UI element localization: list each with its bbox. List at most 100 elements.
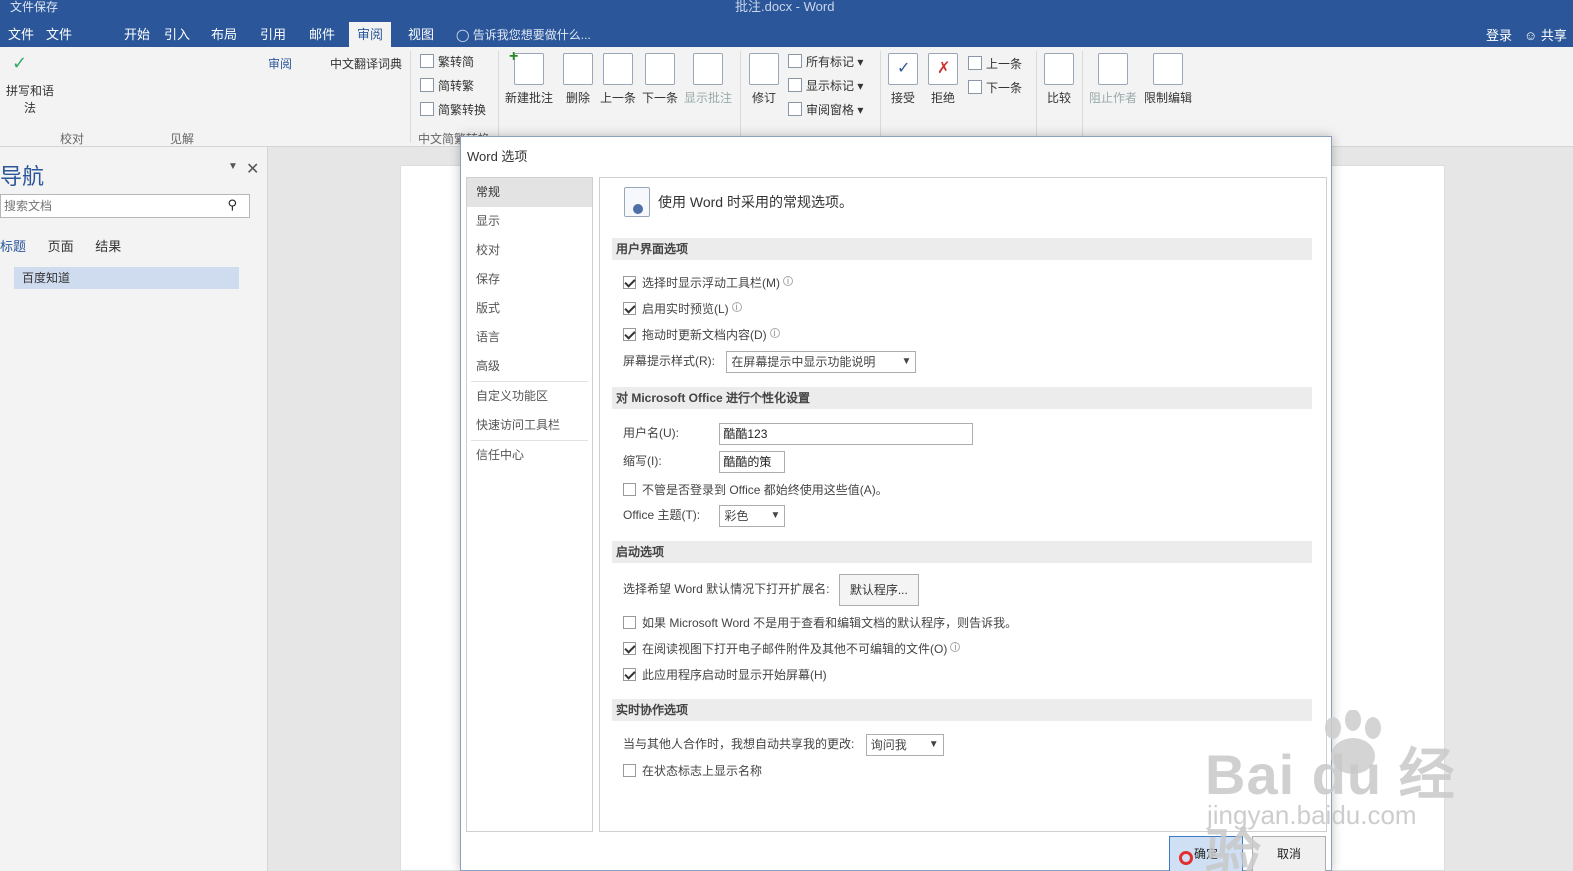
convert-icon [420,54,434,68]
spelling-grammar-button[interactable]: ✓ 拼写和语法 [2,53,58,116]
username-label: 用户名(U): [623,426,679,441]
update-drag-checkbox[interactable] [623,328,636,341]
info-icon: i [731,302,742,312]
tell-default-option[interactable]: 如果 Microsoft Word 不是用于查看和编辑文档的默认程序，则告诉我。 [623,614,1017,631]
nav-tab-headings[interactable]: 标题 [0,239,26,254]
initials-label: 缩写(I): [623,454,662,469]
category-save[interactable]: 保存 [467,265,592,294]
mini-toolbar-checkbox[interactable] [623,276,636,289]
ribbon-tabs: 文件 文件 开始 引入 布局 引用 邮件 审阅 视图 [0,20,1573,47]
general-options-icon [624,187,650,217]
nav-tab-results[interactable]: 结果 [95,239,121,254]
reviewing-pane-dropdown[interactable]: 审阅窗格 ▾ [788,101,863,118]
theme-label: Office 主题(T): [623,508,701,523]
nav-heading-item[interactable]: 百度知道 [14,267,239,289]
watermark-url: jingyan.baidu.com [1207,800,1417,830]
delete-comment-button[interactable]: 删除 [560,53,596,106]
tab-file-2[interactable]: 文件 [38,24,80,47]
next-comment-button[interactable]: 下一条 [640,53,680,106]
section-ui-options: 用户界面选项 [612,238,1312,260]
category-typography[interactable]: 版式 [467,294,592,323]
initials-input[interactable]: 酷酷的策 [719,451,786,473]
show-markup-dropdown[interactable]: 显示标记 ▾ [788,77,863,94]
category-display[interactable]: 显示 [467,207,592,236]
nav-title: 导航 [0,164,45,189]
reject-button[interactable]: ✗ 拒绝 [926,53,960,106]
restrict-editing-button[interactable]: 限制编辑 [1140,53,1196,106]
all-markup-dropdown[interactable]: 所有标记 ▾ [788,53,863,70]
theme-select[interactable]: 彩色 ▼ [719,505,786,527]
info-icon: i [950,642,961,652]
chinese-dictionary-button[interactable]: 中文翻译词典 [330,55,402,72]
markup-icon [788,78,802,92]
trad-to-simp-button[interactable]: 繁转简 [420,53,474,70]
new-comment-button[interactable]: + 新建批注 [502,48,556,106]
options-intro-text: 使用 Word 时采用的常规选项。 [658,194,853,210]
always-use-option[interactable]: 不管是否登录到 Office 都始终使用这些值(A)。 [623,481,888,498]
show-comments-button[interactable]: 显示批注 [682,53,734,106]
always-use-checkbox[interactable] [623,483,636,496]
ribbon-separator [740,51,741,143]
search-icon[interactable]: ⚲ [227,197,237,213]
tab-references[interactable]: 引用 [252,24,294,47]
start-screen-checkbox[interactable] [623,668,636,681]
simp-to-trad-button[interactable]: 简转繁 [420,77,474,94]
category-quick-access[interactable]: 快速访问工具栏 [467,411,592,440]
nav-close-icon[interactable]: ✕ [246,159,259,179]
mini-toolbar-option[interactable]: 选择时显示浮动工具栏(M) i [623,274,793,291]
show-names-option[interactable]: 在状态标志上显示名称 [623,762,762,779]
tab-layout[interactable]: 布局 [203,24,245,47]
share-button[interactable]: ☺ 共享 [1524,25,1567,44]
lock-document-icon [1153,53,1183,85]
category-trust-center[interactable]: 信任中心 [467,441,592,470]
show-names-checkbox[interactable] [623,764,636,777]
category-proofing[interactable]: 校对 [467,236,592,265]
category-general[interactable]: 常规 [467,178,592,207]
track-changes-button[interactable]: 修订 [746,53,782,106]
tell-me-search[interactable]: ◯ 告诉我您想要做什么... [456,26,591,43]
compare-button[interactable]: 比较 [1042,53,1076,106]
chinese-convert-button[interactable]: 简繁转换 [420,101,486,118]
category-advanced[interactable]: 高级 [467,352,592,381]
accept-button[interactable]: ✓ 接受 [886,53,920,106]
tab-review[interactable]: 审阅 [349,22,392,47]
pane-icon [788,102,802,116]
live-preview-checkbox[interactable] [623,302,636,315]
username-input[interactable]: 酷酷123 [719,423,974,445]
share-changes-select[interactable]: 询问我 ▼ [865,734,944,756]
open-reading-view-option[interactable]: 在阅读视图下打开电子邮件附件及其他不可编辑的文件(O) i [623,640,961,657]
previous-comment-button[interactable]: 上一条 [598,53,638,106]
dialog-title: Word 选项 [467,149,528,164]
quick-access-toolbar[interactable]: 文件保存 [10,0,58,15]
open-reading-view-checkbox[interactable] [623,642,636,655]
section-startup: 启动选项 [612,541,1312,563]
compare-icon [1044,53,1074,85]
tab-view[interactable]: 视图 [400,24,442,47]
nav-tab-pages[interactable]: 页面 [48,239,74,254]
tell-default-checkbox[interactable] [623,616,636,629]
start-screen-option[interactable]: 此应用程序启动时显示开始屏幕(H) [623,666,827,683]
tab-mailings[interactable]: 邮件 [301,24,343,47]
default-programs-button[interactable]: 默认程序... [838,574,919,606]
tab-insert[interactable]: 引入 [156,24,198,47]
theme-row: Office 主题(T): 彩色 ▼ [623,505,786,527]
previous-change-button[interactable]: 上一条 [968,55,1022,72]
show-comments-icon [693,53,723,85]
nav-options-icon[interactable]: ▼ [228,161,238,172]
update-drag-option[interactable]: 拖动时更新文档内容(D) i [623,326,780,343]
block-authors-button[interactable]: 阻止作者 [1088,53,1138,106]
group-insights-label: 见解 [170,132,195,146]
nav-search-input[interactable] [1,195,216,217]
next-change-button[interactable]: 下一条 [968,79,1022,96]
tab-home[interactable]: 开始 [116,24,158,47]
sign-in-link[interactable]: 登录 [1486,25,1512,44]
category-language[interactable]: 语言 [467,323,592,352]
group-proofing-label: 校对 [60,132,85,146]
category-customize-ribbon[interactable]: 自定义功能区 [467,382,592,411]
screentip-select[interactable]: 在屏幕提示中显示功能说明 ▼ [726,351,917,373]
extensions-row: 选择希望 Word 默认情况下打开扩展名: 默认程序... [623,574,919,606]
live-preview-option[interactable]: 启用实时预览(L) i [623,300,742,317]
mouse-cursor-icon [1179,851,1193,865]
tab-file[interactable]: 文件 [0,24,42,47]
info-icon: i [783,276,793,286]
